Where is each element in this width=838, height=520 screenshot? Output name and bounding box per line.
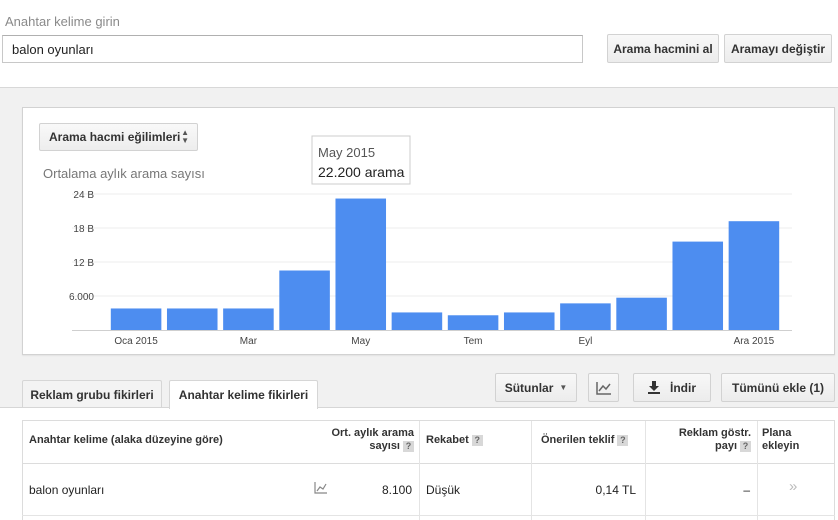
column-header-add-line2: ekleyin xyxy=(762,440,800,452)
chart-toggle-button[interactable] xyxy=(588,373,619,402)
caret-down-icon: ▼ xyxy=(559,383,568,392)
bar-1[interactable] xyxy=(166,308,218,330)
bar-7[interactable] xyxy=(503,312,555,330)
column-header-suggested-bid[interactable]: Önerilen teklif? xyxy=(541,434,629,447)
column-header-searches[interactable]: Ort. aylık arama sayısı? xyxy=(312,427,414,453)
y-tick-label: 6.000 xyxy=(69,292,94,303)
column-header-suggested-bid-label: Önerilen teklif xyxy=(541,434,615,446)
x-tick-label: Ara 2015 xyxy=(734,336,775,347)
table-row-impression-share: – xyxy=(743,483,750,497)
column-header-impression-share-line2: payı xyxy=(714,440,737,452)
column-divider xyxy=(645,421,646,520)
download-button[interactable]: İndir xyxy=(633,373,711,402)
download-icon xyxy=(648,381,660,394)
row-trend-icon[interactable] xyxy=(314,482,328,497)
modify-search-button[interactable]: Aramayı değiştir xyxy=(724,34,832,63)
get-search-volume-button[interactable]: Arama hacmini al xyxy=(607,34,719,63)
chart-tooltip: May 2015 22.200 arama xyxy=(311,135,411,185)
table-row-searches: 8.100 xyxy=(381,483,412,497)
column-header-impression-share-line1: Reklam göstr. xyxy=(678,427,751,439)
column-divider xyxy=(419,421,420,520)
column-header-searches-line1: Ort. aylık arama xyxy=(331,427,414,439)
bar-10[interactable] xyxy=(672,241,724,330)
x-tick-label: Tem xyxy=(464,336,483,347)
columns-button[interactable]: Sütunlar ▼ xyxy=(495,373,577,402)
search-volume-chart: 6.000 12 B 18 B 24 B Oca 2015 Mar May Tem Eyl Ar… xyxy=(69,135,792,347)
column-header-competition[interactable]: Rekabet? xyxy=(426,434,483,447)
table-row-keyword: balon oyunları xyxy=(29,483,105,497)
help-icon[interactable]: ? xyxy=(740,440,751,452)
download-button-label: İndir xyxy=(670,380,696,395)
add-all-button[interactable]: Tümünü ekle (1) xyxy=(721,373,835,402)
tooltip-month: May 2015 xyxy=(318,145,375,160)
table-row-competition: Düşük xyxy=(426,483,461,497)
keyword-input-label: Anahtar kelime girin xyxy=(5,14,120,29)
line-chart-icon xyxy=(314,482,327,494)
table-row-bid: 0,14 TL xyxy=(595,483,636,497)
bar-11[interactable] xyxy=(728,221,780,330)
x-tick-label: Oca 2015 xyxy=(114,336,158,347)
x-tick-label: Eyl xyxy=(578,336,592,347)
bar-9[interactable] xyxy=(616,297,667,330)
tab-adgroup-ideas[interactable]: Reklam grubu fikirleri xyxy=(22,380,162,408)
table-header-divider xyxy=(22,463,835,464)
column-header-competition-label: Rekabet xyxy=(426,434,469,446)
column-divider xyxy=(531,421,532,520)
x-tick-label: Mar xyxy=(240,336,258,347)
y-tick-label: 24 B xyxy=(73,190,94,201)
bar-4[interactable] xyxy=(335,198,387,330)
bar-3[interactable] xyxy=(279,270,330,331)
help-icon[interactable]: ? xyxy=(403,440,414,452)
help-icon[interactable]: ? xyxy=(471,434,483,446)
bar-2[interactable] xyxy=(223,308,274,330)
columns-button-label: Sütunlar xyxy=(504,380,554,395)
bar-5[interactable] xyxy=(391,312,443,330)
double-chevron-right-icon[interactable]: » xyxy=(789,478,797,495)
column-header-keyword[interactable]: Anahtar kelime (alaka düzeyine göre) xyxy=(29,434,223,447)
keyword-input[interactable] xyxy=(2,35,583,63)
y-tick-label: 12 B xyxy=(73,258,94,269)
line-chart-icon xyxy=(595,381,611,395)
column-header-add-line1: Plana xyxy=(762,427,792,439)
help-icon[interactable]: ? xyxy=(617,434,629,446)
y-tick-label: 18 B xyxy=(73,224,94,235)
tab-keyword-ideas[interactable]: Anahtar kelime fikirleri xyxy=(169,380,318,409)
column-header-add-to-plan: Plana ekleyin xyxy=(762,427,799,453)
column-header-searches-line2: sayısı xyxy=(369,440,400,452)
column-divider xyxy=(757,421,758,520)
tooltip-value: 22.200 arama xyxy=(318,164,405,180)
bar-8[interactable] xyxy=(560,303,611,330)
bar-0[interactable] xyxy=(110,308,162,330)
table-row-divider xyxy=(22,515,835,516)
x-tick-label: May xyxy=(351,336,370,347)
bar-6[interactable] xyxy=(447,315,499,330)
column-header-impression-share[interactable]: Reklam göstr. payı? xyxy=(655,427,751,453)
